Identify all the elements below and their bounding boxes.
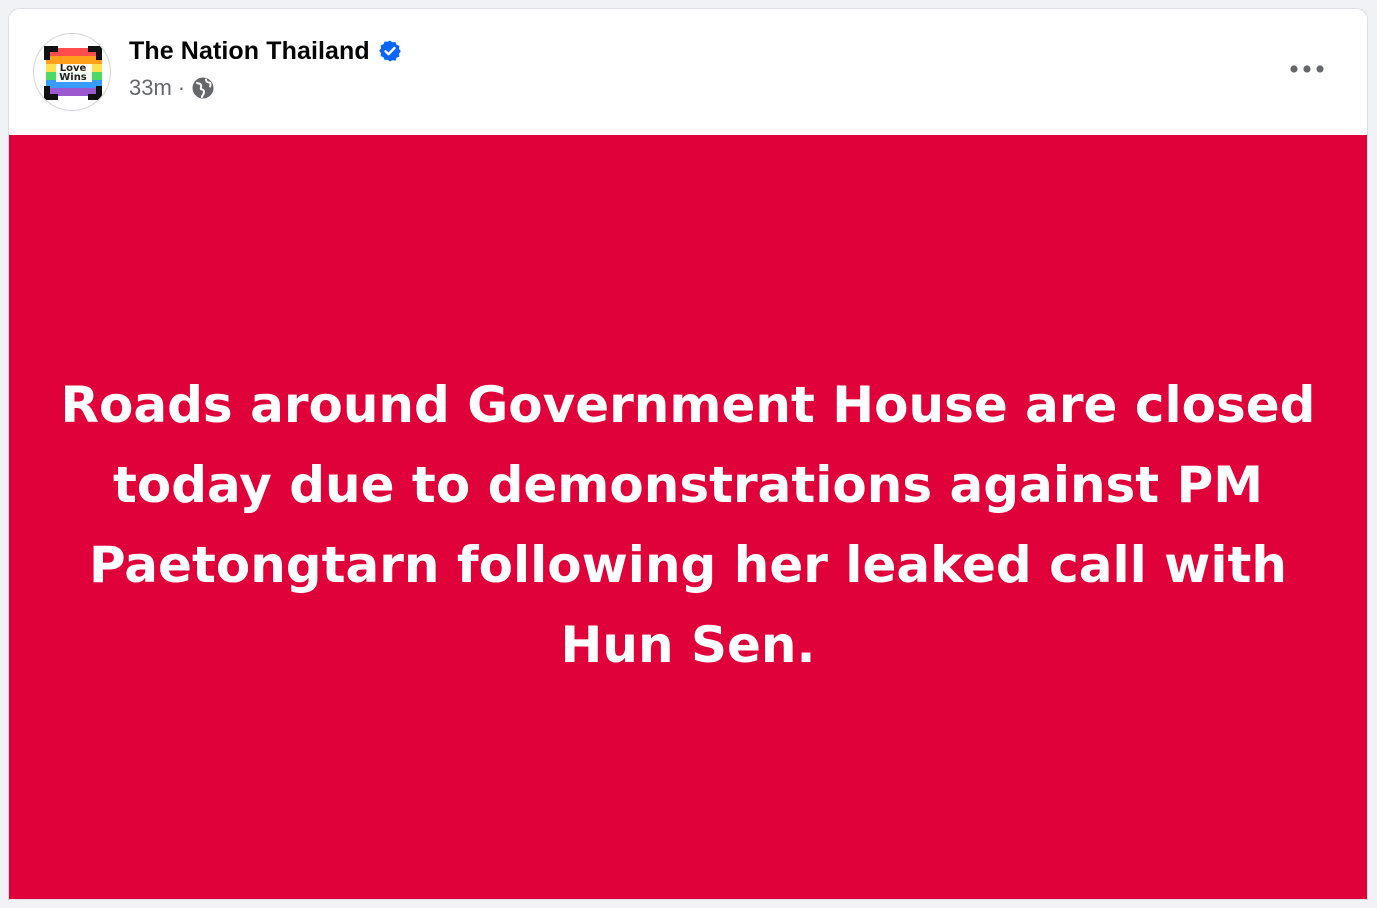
meta-separator: ·: [177, 75, 186, 100]
page-name-link[interactable]: The Nation Thailand: [129, 37, 370, 66]
post-media[interactable]: Roads around Government House are closed…: [9, 135, 1367, 899]
post-header: Love Wins The Nation Thailand 33m ·: [9, 9, 1367, 135]
verified-badge-icon: [378, 39, 402, 63]
globe-icon[interactable]: [191, 76, 215, 100]
post-card: Love Wins The Nation Thailand 33m · Road…: [8, 8, 1368, 900]
post-media-text: Roads around Government House are closed…: [60, 376, 1316, 674]
more-options-button[interactable]: [1281, 47, 1333, 91]
page-avatar[interactable]: Love Wins: [33, 33, 111, 111]
post-timestamp[interactable]: 33m: [129, 75, 172, 101]
avatar-logo-text: Love Wins: [59, 63, 87, 83]
page-name-row: The Nation Thailand: [129, 35, 402, 67]
post-meta: 33m ·: [129, 73, 215, 103]
more-options-icon: [1290, 65, 1324, 73]
